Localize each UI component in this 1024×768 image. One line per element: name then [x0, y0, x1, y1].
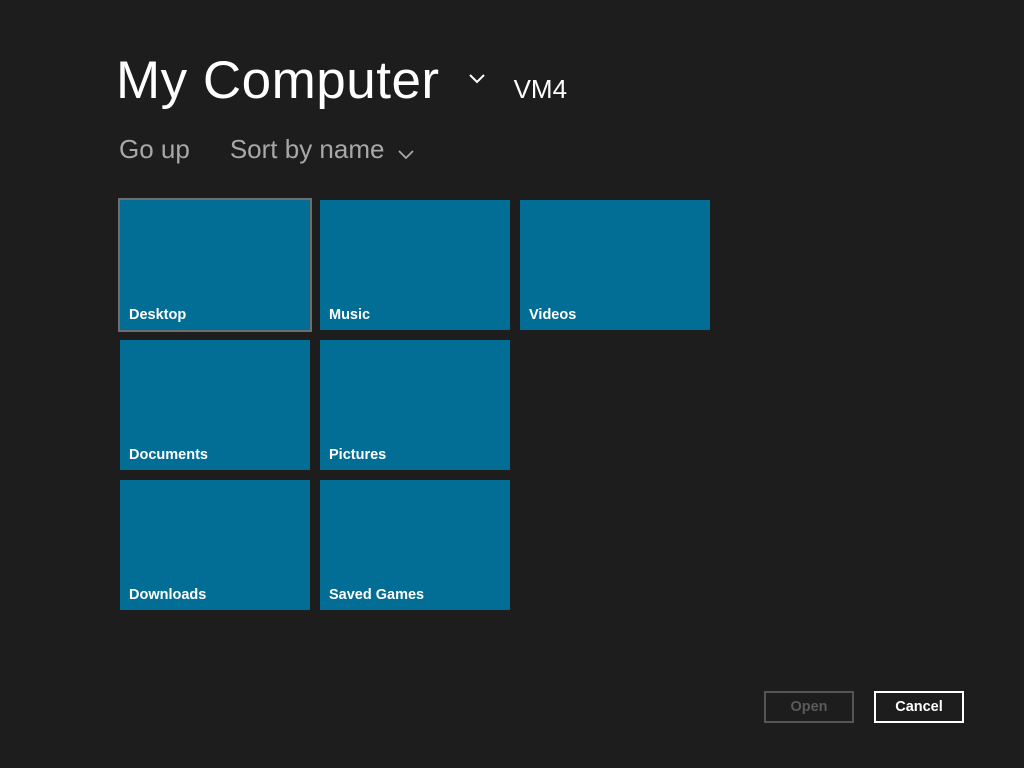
folder-tile-videos[interactable]: Videos: [520, 200, 710, 330]
location-title[interactable]: My Computer: [116, 46, 440, 116]
tile-label: Music: [329, 307, 371, 323]
command-bar: Go up Sort by name: [119, 134, 416, 165]
sort-dropdown[interactable]: Sort by name: [230, 134, 417, 165]
tile-label: Downloads: [129, 587, 207, 603]
header: My Computer VM4: [116, 46, 567, 116]
folder-tile-desktop[interactable]: Desktop: [118, 198, 312, 332]
chevron-down-icon: [396, 140, 416, 160]
folder-tile-pictures[interactable]: Pictures: [320, 340, 510, 470]
tile-label: Desktop: [129, 307, 187, 323]
cancel-button[interactable]: Cancel: [874, 691, 964, 723]
machine-name: VM4: [513, 74, 568, 104]
tile-label: Videos: [529, 307, 577, 323]
chevron-down-icon[interactable]: [462, 64, 492, 94]
folder-tile-saved-games[interactable]: Saved Games: [320, 480, 510, 610]
sort-label: Sort by name: [229, 134, 385, 164]
file-picker: My Computer VM4 Go up Sort by name Deskt…: [0, 0, 1024, 768]
open-button[interactable]: Open: [764, 691, 854, 723]
folder-tile-music[interactable]: Music: [320, 200, 510, 330]
go-up-button[interactable]: Go up: [119, 134, 190, 165]
tile-label: Documents: [129, 447, 208, 463]
tile-label: Saved Games: [329, 587, 425, 603]
tile-label: Pictures: [329, 447, 387, 463]
folder-tile-documents[interactable]: Documents: [120, 340, 310, 470]
folder-tile-downloads[interactable]: Downloads: [120, 480, 310, 610]
go-up-label: Go up: [119, 134, 190, 164]
